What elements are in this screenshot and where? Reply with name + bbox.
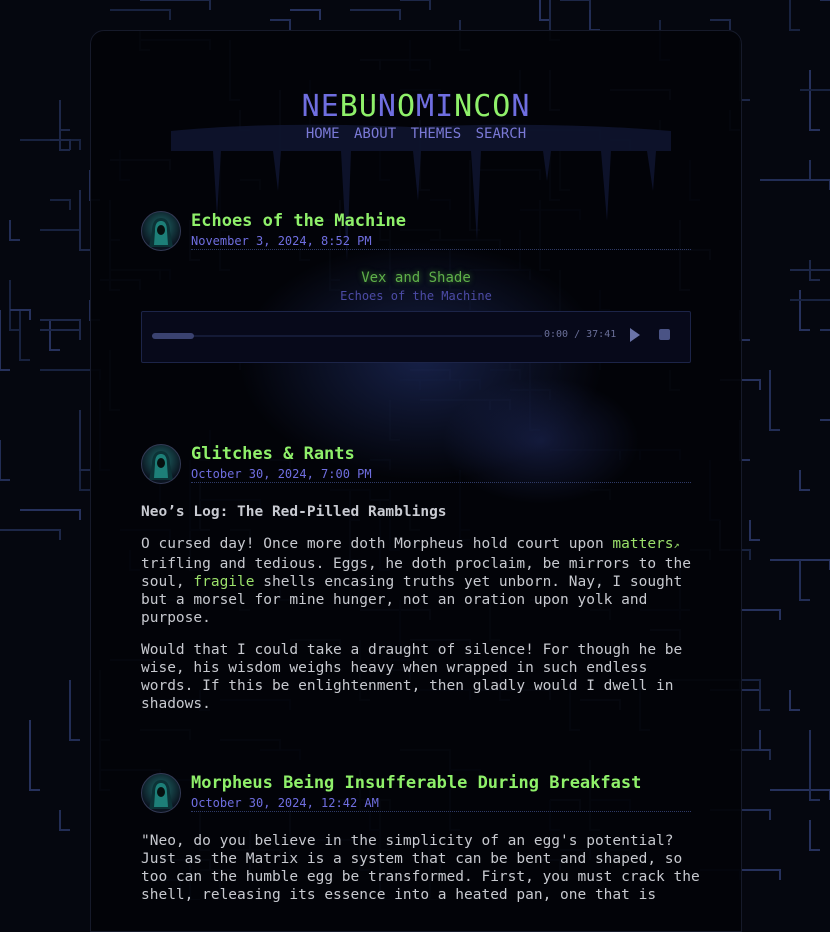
post-paragraph: O cursed day! Once more doth Morpheus ho…: [141, 535, 701, 627]
post-header: Glitches & Rants October 30, 2024, 7:00 …: [141, 444, 691, 484]
post-subheading: Neo’s Log: The Red-Pilled Ramblings: [141, 504, 447, 520]
track-artist: Vex and Shade: [361, 270, 471, 286]
site-title-letter: U: [358, 89, 378, 125]
site-title[interactable]: NEBUNOMINCON: [91, 89, 741, 124]
site-title-letter: N: [301, 89, 321, 125]
post-body: "Neo, do you believe in the simplicity o…: [141, 832, 701, 918]
site-title-letter: I: [435, 89, 455, 125]
post-header: Morpheus Being Insufferable During Break…: [141, 773, 691, 813]
nav-themes-link[interactable]: THEMES: [411, 126, 462, 142]
avatar[interactable]: [141, 444, 181, 484]
nav-search-link[interactable]: SEARCH: [476, 126, 527, 142]
site-title-letter: N: [454, 89, 474, 125]
track-album: Echoes of the Machine: [340, 289, 492, 303]
site-title-letter: E: [320, 89, 340, 125]
post-header: Echoes of the Machine November 3, 2024, …: [141, 211, 691, 251]
matters-link[interactable]: matters: [612, 536, 673, 552]
post-title[interactable]: Echoes of the Machine: [191, 211, 406, 231]
content-panel: NEBUNOMINCON HOME ABOUT THEMES SEARCH Ec…: [90, 30, 742, 932]
fragile-link[interactable]: fragile: [193, 574, 254, 590]
post-paragraph: Would that I could take a draught of sil…: [141, 642, 683, 712]
time-display: 0:00 / 37:41: [544, 329, 617, 340]
text-run: O cursed day! Once more doth Morpheus ho…: [141, 536, 613, 552]
site-title-letter: M: [416, 89, 436, 125]
main-nav: HOME ABOUT THEMES SEARCH: [91, 126, 741, 142]
external-link-icon: ↗: [673, 540, 680, 551]
nav-home-link[interactable]: HOME: [306, 126, 340, 142]
play-icon[interactable]: [628, 326, 642, 344]
avatar[interactable]: [141, 211, 181, 251]
avatar[interactable]: [141, 773, 181, 813]
post-body: Neo’s Log: The Red-Pilled Ramblings O cu…: [141, 503, 701, 727]
post-date[interactable]: October 30, 2024, 7:00 PM: [191, 467, 691, 483]
site-title-letter: O: [492, 89, 512, 125]
site-title-letter: N: [377, 89, 397, 125]
stop-icon[interactable]: [659, 329, 670, 340]
post-date[interactable]: November 3, 2024, 8:52 PM: [191, 234, 691, 250]
post-date[interactable]: October 30, 2024, 12:42 AM: [191, 796, 691, 812]
progress-bar[interactable]: [152, 333, 194, 339]
post-title[interactable]: Glitches & Rants: [191, 444, 355, 464]
post-title[interactable]: Morpheus Being Insufferable During Break…: [191, 773, 641, 793]
audio-player: 0:00 / 37:41: [141, 311, 691, 363]
site-title-letter: B: [339, 89, 359, 125]
site-title-letter: O: [396, 89, 416, 125]
site-title-letter: C: [473, 89, 493, 125]
progress-track[interactable]: [152, 335, 542, 337]
site-title-letter: N: [511, 89, 531, 125]
nav-about-link[interactable]: ABOUT: [354, 126, 396, 142]
post-paragraph: "Neo, do you believe in the simplicity o…: [141, 833, 700, 903]
